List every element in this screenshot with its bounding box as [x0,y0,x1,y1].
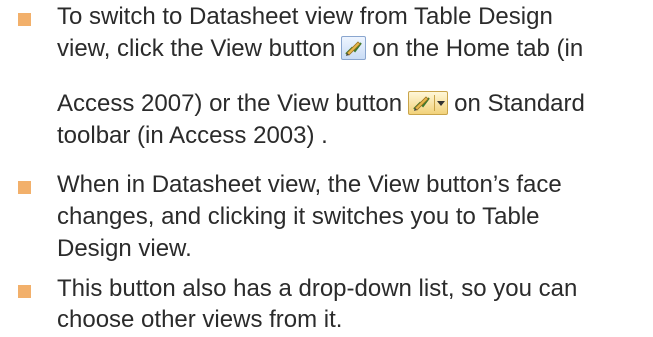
bullet-marker [18,13,31,26]
bullet-1-line-2: view, click the View button on the Home t… [57,35,583,63]
bullet-1-text-c: Access 2007) or the View button [57,90,403,117]
view-button-icon [341,36,367,60]
bullet-1-line-1: To switch to Datasheet view from Table D… [57,3,553,30]
bullet-marker [18,181,31,194]
bullet-2-line-3: Design view. [57,235,192,262]
bullet-1-text-d: on Standard [454,90,585,117]
view-dropdown-button-icon [408,91,449,115]
bullet-3-line-2: choose other views from it. [57,306,343,333]
bullet-1-line-4: toolbar (in Access 2003) . [57,122,328,149]
bullet-marker [18,285,31,298]
bullet-2-line-1: When in Datasheet view, the View button’… [57,171,562,198]
bullet-1-text-b: on the Home tab (in [372,35,584,62]
bullet-1-text-a: view, click the View button [57,35,336,62]
document-page: To switch to Datasheet view from Table D… [0,0,653,337]
bullet-3-line-1: This button also has a drop-down list, s… [57,275,578,302]
bullet-1-line-3: Access 2007) or the View button on Standa… [57,90,585,118]
bullet-2-line-2: changes, and clicking it switches you to… [57,203,540,230]
icon-separator [434,95,436,111]
